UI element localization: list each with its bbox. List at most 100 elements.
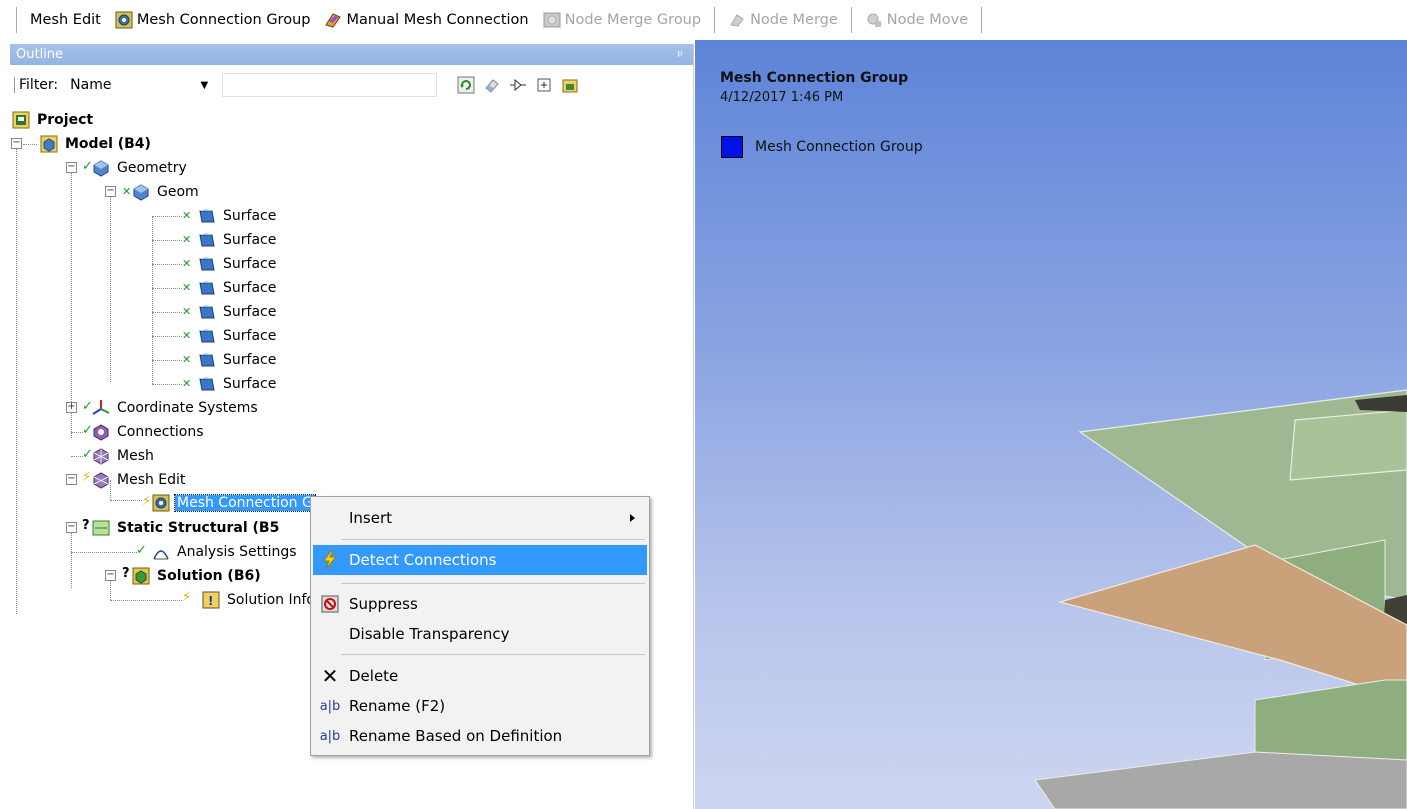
node-move-label: Node Move: [886, 12, 969, 28]
manual-mesh-connection-icon: [324, 11, 342, 29]
mesh-connection-group-button[interactable]: Mesh Connection Group: [108, 5, 318, 35]
tree-node-surface[interactable]: Surface: [198, 325, 278, 347]
mesh-edit-button[interactable]: Mesh Edit: [23, 5, 108, 35]
toolbar: Mesh Edit Mesh Connection Group Manual M…: [0, 0, 1407, 40]
manual-mesh-connection-button[interactable]: Manual Mesh Connection: [317, 5, 535, 35]
mesh-connection-group-icon: [152, 494, 170, 512]
tree-node-label: Static Structural (B5: [117, 520, 280, 536]
question-status-icon: ?: [122, 566, 130, 581]
tree-node-surface[interactable]: Surface: [198, 301, 278, 323]
geom-icon: [132, 183, 150, 201]
menu-item-label: Rename Based on Definition: [349, 727, 563, 745]
menu-item-suppress[interactable]: Suppress: [313, 589, 647, 619]
surface-icon: [198, 255, 216, 273]
analysis-settings-icon: [152, 543, 170, 561]
node-merge-button[interactable]: Node Merge: [721, 5, 845, 35]
menu-item-disable-transparency[interactable]: Disable Transparency: [313, 619, 647, 649]
filter-search-input[interactable]: [222, 73, 438, 97]
erase-filter-icon[interactable]: [483, 76, 501, 94]
tree-node-model[interactable]: Model (B4): [40, 133, 153, 155]
tree-node-mesh[interactable]: Mesh: [92, 445, 156, 467]
check-status-icon: ✕: [182, 209, 192, 222]
collapse-toggle[interactable]: −: [11, 138, 22, 149]
tree-connector-line: [71, 528, 72, 588]
menu-item-label: Detect Connections: [349, 551, 497, 569]
filter-dropdown[interactable]: Name ▼: [68, 73, 216, 97]
tree-connector-line: [152, 336, 182, 337]
menu-item-rename[interactable]: a|b Rename (F2): [313, 691, 647, 721]
check-status-icon: ✕: [122, 185, 132, 198]
tree-node-surface[interactable]: Surface: [198, 373, 278, 395]
suppress-icon: [317, 592, 343, 616]
question-status-icon: ?: [82, 518, 90, 533]
collapse-toggle[interactable]: −: [66, 162, 77, 173]
node-move-icon: [865, 11, 883, 29]
tree-node-solution[interactable]: Solution (B6): [132, 565, 263, 587]
tree-node-surface[interactable]: Surface: [198, 205, 278, 227]
menu-item-rename-based-on-definition[interactable]: a|b Rename Based on Definition: [313, 721, 647, 751]
viewport-title: Mesh Connection Group: [720, 70, 909, 86]
surface-icon: [198, 375, 216, 393]
menu-item-label: Suppress: [349, 595, 418, 613]
tree-connector-line: [152, 240, 182, 241]
tree-node-solution-information[interactable]: ! Solution Infor: [202, 589, 323, 611]
menu-item-detect-connections[interactable]: Detect Connections: [313, 545, 647, 575]
tree-node-geometry[interactable]: Geometry: [92, 157, 189, 179]
tree-node-label: Coordinate Systems: [117, 400, 258, 416]
mesh-edit-icon: [92, 471, 110, 489]
filter-label: Filter:: [14, 77, 58, 93]
collapse-toggle[interactable]: −: [66, 522, 77, 533]
expand-toggle[interactable]: +: [66, 402, 77, 413]
model-geometry-view[interactable]: [695, 40, 1407, 809]
surface-shape[interactable]: [1034, 751, 1407, 809]
tree-node-label: Surface: [223, 328, 277, 344]
check-status-icon: ✕: [182, 281, 192, 294]
tree-node-surface[interactable]: Surface: [198, 229, 278, 251]
tree-node-connections[interactable]: Connections: [92, 421, 206, 443]
tree-node-geom[interactable]: Geom: [132, 181, 201, 203]
graphics-viewport[interactable]: Mesh Connection Group 4/12/2017 1:46 PM …: [695, 40, 1407, 809]
check-status-icon: ✕: [182, 329, 192, 342]
tree-connector-line: [110, 600, 182, 601]
tree-node-analysis-settings[interactable]: Analysis Settings: [152, 541, 299, 563]
tree-node-label: Surface: [223, 208, 277, 224]
collapse-toggle[interactable]: −: [105, 186, 116, 197]
outline-title-bar: Outline ᵖ: [10, 44, 693, 65]
check-status-icon: ✓: [136, 543, 147, 558]
delete-icon: ✕: [321, 664, 339, 688]
tree-connector-line: [152, 264, 182, 265]
expand-all-icon[interactable]: [535, 76, 553, 94]
refresh-icon[interactable]: [457, 76, 475, 94]
tree-node-project[interactable]: Project: [12, 109, 95, 131]
lightning-icon: [317, 548, 343, 572]
node-move-button[interactable]: Node Move: [858, 5, 975, 35]
tree-node-surface[interactable]: Surface: [198, 277, 278, 299]
menu-item-label: Delete: [349, 667, 399, 685]
menu-separator: [341, 583, 645, 584]
tree-node-label: Geometry: [117, 160, 187, 176]
menu-item-insert[interactable]: Insert: [313, 503, 647, 533]
pin-icon[interactable]: ᵖ: [677, 46, 683, 67]
tree-node-mesh-connection-group[interactable]: Mesh Connection G: [152, 492, 316, 514]
tree-node-surface[interactable]: Surface: [198, 349, 278, 371]
folder-icon[interactable]: [561, 76, 579, 94]
tree-connector-line: [152, 288, 182, 289]
surface-shape[interactable]: [1289, 409, 1407, 481]
node-merge-group-button[interactable]: Node Merge Group: [536, 5, 708, 35]
tree-node-static-structural[interactable]: Static Structural (B5: [92, 517, 281, 539]
project-icon: [12, 111, 30, 129]
tree-node-label: Surface: [223, 280, 277, 296]
check-status-icon: ✕: [182, 377, 192, 390]
tree-connector-line: [152, 312, 182, 313]
collapse-branch-icon[interactable]: [509, 76, 527, 94]
menu-item-delete[interactable]: ✕ Delete: [313, 661, 647, 691]
tree-node-mesh-edit[interactable]: Mesh Edit: [92, 469, 187, 491]
menu-item-label: Insert: [349, 509, 393, 527]
tree-node-coordinate-systems[interactable]: Coordinate Systems: [92, 397, 260, 419]
lightning-status-icon: ⚡: [182, 590, 192, 605]
collapse-toggle[interactable]: −: [105, 570, 116, 581]
collapse-toggle[interactable]: −: [66, 474, 77, 485]
manual-mesh-connection-label: Manual Mesh Connection: [346, 12, 529, 28]
tree-node-surface[interactable]: Surface: [198, 253, 278, 275]
rename-icon: a|b: [319, 728, 341, 744]
